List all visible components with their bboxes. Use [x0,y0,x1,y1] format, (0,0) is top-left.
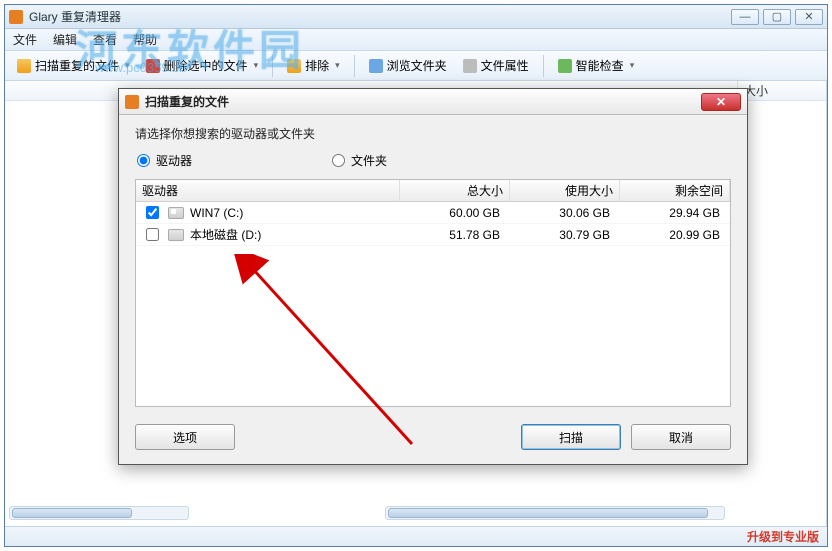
dialog-title: 扫描重复的文件 [145,93,701,110]
drive-icon [168,207,184,219]
drive-name: WIN7 (C:) [190,206,243,220]
status-bar: 升级到专业版 [5,526,827,546]
menu-edit[interactable]: 编辑 [53,31,77,48]
close-button[interactable]: ✕ [795,9,823,25]
column-size-header[interactable]: 大小 [737,81,823,101]
drive-icon [168,229,184,241]
drive-total: 51.78 GB [400,228,510,242]
col-used[interactable]: 使用大小 [510,180,620,201]
browse-label: 浏览文件夹 [387,57,447,74]
chevron-down-icon: ▾ [630,60,635,71]
upgrade-link[interactable]: 升级到专业版 [747,528,819,545]
radio-drives[interactable]: 驱动器 [137,152,192,169]
drive-free: 29.94 GB [620,206,730,220]
col-drive[interactable]: 驱动器 [136,180,400,201]
radio-folders-input[interactable] [332,154,345,167]
maximize-button[interactable]: ▢ [763,9,791,25]
horizontal-scrollbar-right[interactable] [385,506,725,522]
dialog-instruction: 请选择你想搜索的驱动器或文件夹 [135,125,731,142]
delete-selected-button[interactable]: 删除选中的文件 ▾ [140,54,265,77]
radio-folders[interactable]: 文件夹 [332,152,387,169]
window-title: Glary 重复清理器 [29,8,731,25]
dialog-close-button[interactable]: ✕ [701,93,741,111]
menu-view[interactable]: 查看 [93,31,117,48]
drive-free: 20.99 GB [620,228,730,242]
scan-dialog: 扫描重复的文件 ✕ 请选择你想搜索的驱动器或文件夹 驱动器 文件夹 驱动器 总大… [118,88,748,465]
col-free[interactable]: 剩余空间 [620,180,730,201]
exclude-button[interactable]: 排除 ▾ [281,54,346,77]
smart-check-button[interactable]: 智能检查 ▾ [552,54,641,77]
dialog-titlebar: 扫描重复的文件 ✕ [119,89,747,115]
properties-label: 文件属性 [481,57,529,74]
browse-folder-button[interactable]: 浏览文件夹 [363,54,453,77]
options-button[interactable]: 选项 [135,424,235,450]
drive-list-header: 驱动器 总大小 使用大小 剩余空间 [136,180,730,202]
menu-bar: 文件 编辑 查看 帮助 [5,29,827,51]
menu-file[interactable]: 文件 [13,31,37,48]
main-titlebar: Glary 重复清理器 — ▢ ✕ [5,5,827,29]
check-icon [558,59,572,73]
file-properties-button[interactable]: 文件属性 [457,54,535,77]
cancel-button[interactable]: 取消 [631,424,731,450]
scan-label: 扫描重复的文件 [35,57,119,74]
properties-icon [463,59,477,73]
smart-label: 智能检查 [576,57,624,74]
radio-folders-label: 文件夹 [351,152,387,169]
drive-checkbox[interactable] [146,206,159,219]
toolbar: 扫描重复的文件 ▾ 删除选中的文件 ▾ 排除 ▾ 浏览文件夹 文件属性 智能检查… [5,51,827,81]
chevron-down-icon: ▾ [335,60,340,71]
radio-drives-input[interactable] [137,154,150,167]
app-icon [9,10,23,24]
exclude-icon [287,59,301,73]
drive-used: 30.06 GB [510,206,620,220]
table-row[interactable]: 本地磁盘 (D:) 51.78 GB 30.79 GB 20.99 GB [136,224,730,246]
delete-label: 删除选中的文件 [164,57,248,74]
horizontal-scrollbar-left[interactable] [9,506,189,522]
scan-icon [17,59,31,73]
col-total[interactable]: 总大小 [400,180,510,201]
drive-checkbox[interactable] [146,228,159,241]
drive-name: 本地磁盘 (D:) [190,226,261,243]
radio-drives-label: 驱动器 [156,152,192,169]
delete-icon [146,59,160,73]
drive-total: 60.00 GB [400,206,510,220]
separator [354,55,355,77]
folder-icon [369,59,383,73]
menu-help[interactable]: 帮助 [133,31,157,48]
minimize-button[interactable]: — [731,9,759,25]
chevron-down-icon: ▾ [254,60,259,71]
dialog-icon [125,95,139,109]
separator [543,55,544,77]
table-row[interactable]: WIN7 (C:) 60.00 GB 30.06 GB 29.94 GB [136,202,730,224]
drive-list: 驱动器 总大小 使用大小 剩余空间 WIN7 (C:) 60.00 GB 30.… [135,179,731,407]
separator [272,55,273,77]
chevron-down-icon: ▾ [125,60,130,71]
scan-button[interactable]: 扫描 [521,424,621,450]
scan-duplicates-button[interactable]: 扫描重复的文件 ▾ [11,54,136,77]
exclude-label: 排除 [305,57,329,74]
drive-used: 30.79 GB [510,228,620,242]
